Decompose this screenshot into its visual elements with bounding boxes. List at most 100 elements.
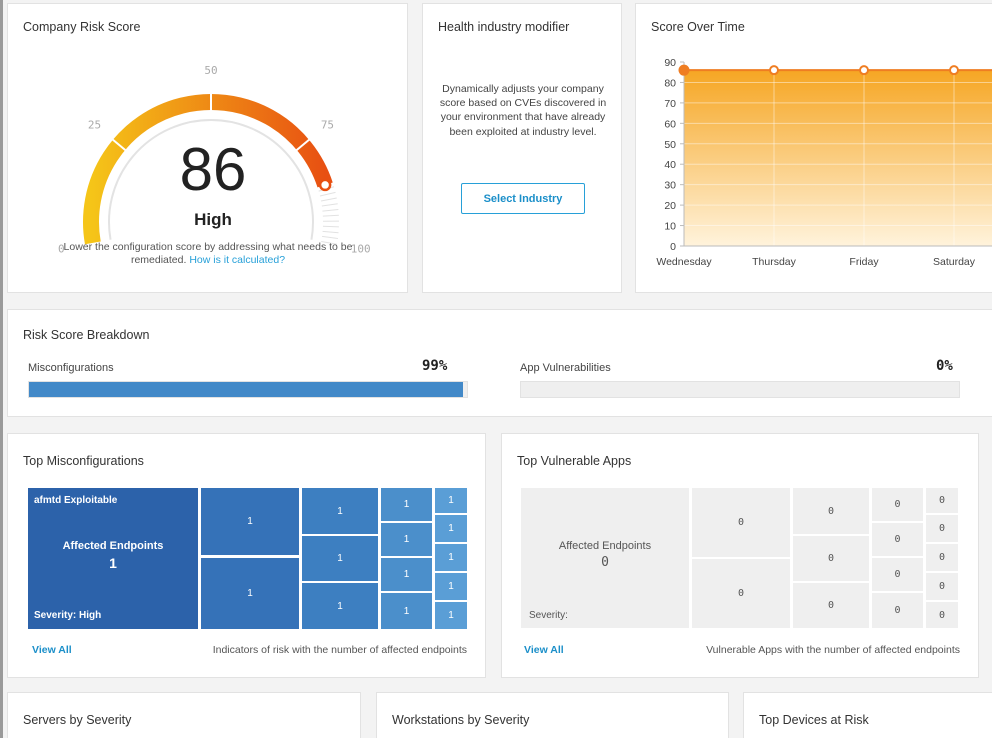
misconfigurations-caption: Indicators of risk with the number of af… (212, 644, 467, 656)
y-tick-label: 60 (664, 118, 676, 130)
gauge-remaining-tick (322, 235, 338, 239)
app-treemap-cell[interactable]: 0 (926, 602, 958, 628)
data-point[interactable] (859, 65, 869, 76)
y-tick-label: 30 (664, 180, 676, 192)
app-treemap-cell[interactable]: 0 (692, 488, 790, 557)
y-tick-label: 10 (664, 221, 676, 233)
treemap-cell[interactable]: 1 (435, 515, 467, 542)
data-point[interactable] (678, 64, 690, 76)
gauge-remaining-tick (322, 230, 339, 234)
gauge-tick-label: 75 (321, 118, 334, 131)
misconfigurations-label: Misconfigurations (28, 362, 114, 374)
app-treemap-cell[interactable]: 0 (872, 593, 923, 628)
x-tick-label: Thursday (752, 256, 797, 268)
treemap-main-name: afmtd Exploitable (34, 495, 118, 506)
risk-score-level: High (194, 210, 232, 229)
y-tick-label: 40 (664, 159, 676, 171)
x-tick-label: Friday (849, 256, 879, 268)
gauge-tick-label: 50 (204, 64, 217, 77)
treemap-cell[interactable]: 1 (302, 536, 378, 581)
treemap-cell-main[interactable]: afmtd Exploitable Affected Endpoints 1 S… (28, 488, 198, 629)
app-treemap-main-count: 0 (601, 555, 609, 570)
area-fill (684, 70, 992, 246)
top-vulnerable-apps-card: Top Vulnerable Apps Affected Endpoints 0… (501, 433, 979, 678)
y-tick-label: 50 (664, 139, 676, 151)
gauge-remaining-tick (322, 209, 339, 212)
treemap-cell[interactable]: 1 (381, 593, 432, 629)
y-tick-label: 80 (664, 77, 676, 89)
x-tick-label: Saturday (933, 256, 976, 268)
treemap-cell[interactable]: 1 (435, 573, 467, 600)
risk-score-note: Lower the configuration score by address… (48, 241, 368, 267)
app-treemap-cell[interactable]: 0 (793, 536, 869, 581)
servers-by-severity-title: Servers by Severity (23, 713, 132, 727)
y-tick-label: 70 (664, 98, 676, 110)
app-treemap-cell[interactable]: 0 (793, 583, 869, 628)
treemap-cell[interactable]: 1 (302, 583, 378, 629)
app-vulnerabilities-bar (520, 381, 960, 398)
health-modifier-description: Dynamically adjusts your company score b… (439, 83, 607, 138)
app-treemap-main-severity: Severity: (529, 610, 568, 621)
y-tick-label: 0 (670, 241, 676, 253)
data-point[interactable] (769, 65, 779, 76)
health-modifier-card: Health industry modifier Dynamically adj… (422, 3, 622, 293)
app-treemap-cell[interactable]: 0 (692, 559, 790, 628)
treemap-main-severity: Severity: High (34, 610, 102, 621)
misconfigurations-pct: 99% (422, 358, 448, 374)
how-calculated-link[interactable]: How is it calculated? (189, 254, 285, 266)
treemap-cell[interactable]: 1 (201, 558, 299, 629)
workstations-by-severity-title: Workstations by Severity (392, 713, 530, 727)
top-devices-at-risk-title: Top Devices at Risk (759, 713, 869, 727)
treemap-cell[interactable]: 1 (381, 488, 432, 521)
app-treemap-cell[interactable]: 0 (793, 488, 869, 534)
app-treemap-cell[interactable]: 0 (872, 523, 923, 556)
treemap-cell[interactable]: 1 (435, 602, 467, 629)
app-treemap-cell[interactable]: 0 (926, 515, 958, 542)
misconfigurations-view-all-link[interactable]: View All (32, 644, 72, 656)
treemap-main-label: Affected Endpoints (62, 540, 164, 552)
treemap-cell[interactable]: 1 (435, 488, 467, 513)
apps-caption: Vulnerable Apps with the number of affec… (706, 644, 960, 656)
treemap-cell[interactable]: 1 (381, 558, 432, 591)
health-modifier-title: Health industry modifier (438, 20, 570, 34)
risk-score-breakdown-card: Risk Score Breakdown Misconfigurations 9… (7, 309, 992, 417)
company-risk-score-card: Company Risk Score 0 25 50 75 100 86 High Lo… (7, 3, 408, 293)
app-treemap-cell[interactable]: 0 (926, 488, 958, 513)
workstations-by-severity-card: Workstations by Severity (376, 692, 729, 738)
treemap-cell[interactable]: 1 (201, 488, 299, 555)
app-vulnerabilities-pct: 0% (936, 358, 953, 374)
gauge-remaining-tick (321, 203, 338, 207)
top-misconfigurations-title: Top Misconfigurations (23, 454, 144, 468)
top-misconfigurations-card: Top Misconfigurations afmtd Exploitable … (7, 433, 486, 678)
misconfigurations-bar-fill (29, 382, 463, 397)
breakdown-title: Risk Score Breakdown (23, 328, 150, 342)
gauge-remaining-tick (320, 197, 337, 202)
app-vulnerabilities-label: App Vulnerabilities (520, 362, 611, 374)
score-over-time-chart: 0 10 20 30 40 50 60 70 80 90 Wednesday Thursday Frid… (656, 57, 992, 268)
y-tick-label: 20 (664, 200, 676, 212)
score-over-time-card: Score Over Time 0 10 20 30 40 50 60 70 80 90 Wedne… (635, 3, 992, 293)
app-treemap-cell[interactable]: 0 (926, 544, 958, 571)
misconfigurations-bar (28, 381, 468, 398)
x-tick-label: Wednesday (656, 256, 712, 268)
select-industry-button[interactable]: Select Industry (461, 183, 585, 214)
dashboard: Company Risk Score 0 25 50 75 100 86 High Lo… (0, 0, 992, 738)
gauge-remaining-tick (319, 191, 336, 197)
app-treemap-cell[interactable]: 0 (872, 488, 923, 521)
y-tick-label: 90 (664, 57, 676, 69)
apps-view-all-link[interactable]: View All (524, 644, 564, 656)
gauge-remaining-tick (322, 225, 339, 228)
gauge-tick-label: 25 (88, 118, 101, 131)
treemap-cell[interactable]: 1 (381, 523, 432, 556)
data-point[interactable] (949, 65, 959, 76)
gauge-marker (318, 178, 332, 192)
treemap-cell[interactable]: 1 (435, 544, 467, 571)
app-treemap-cell[interactable]: 0 (872, 558, 923, 591)
treemap-main-count: 1 (109, 555, 117, 571)
gauge-remaining-tick (322, 214, 339, 217)
treemap-cell[interactable]: 1 (302, 488, 378, 534)
app-treemap-cell-main[interactable]: Affected Endpoints 0 Severity: (521, 488, 689, 628)
top-vulnerable-apps-title: Top Vulnerable Apps (517, 454, 632, 468)
app-treemap-main-label: Affected Endpoints (558, 540, 652, 552)
app-treemap-cell[interactable]: 0 (926, 573, 958, 600)
